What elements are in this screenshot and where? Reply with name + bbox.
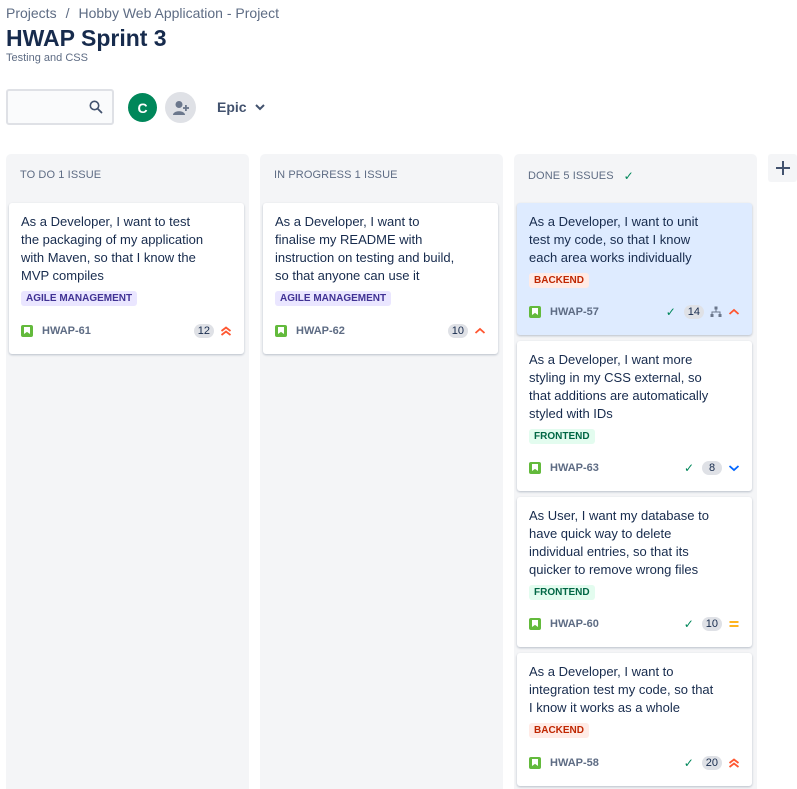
card-summary: As a Developer, I want to integration te… xyxy=(529,664,714,715)
epic-label: BACKEND xyxy=(529,723,589,738)
breadcrumb-separator: / xyxy=(65,5,70,21)
card-summary: As User, I want my database to have quic… xyxy=(529,508,709,577)
issue-card[interactable]: As a Developer, I want to integration te… xyxy=(517,653,752,786)
epic-label: BACKEND xyxy=(529,273,589,288)
story-icon xyxy=(21,325,33,337)
epic-filter-label: Epic xyxy=(217,99,247,115)
issue-key[interactable]: HWAP-57 xyxy=(550,306,599,318)
chevron-down-icon xyxy=(254,103,265,110)
issue-card[interactable]: As a Developer, I want more styling in m… xyxy=(517,341,752,491)
priority-high-icon xyxy=(728,308,740,315)
done-check-icon: ✓ xyxy=(683,756,694,770)
priority-highest-icon xyxy=(728,758,740,768)
column-header-label: DONE 5 ISSUES xyxy=(528,170,614,182)
done-check-icon: ✓ xyxy=(623,169,634,183)
search-icon xyxy=(89,100,103,114)
add-column-button[interactable] xyxy=(768,154,797,182)
column-header: DONE 5 ISSUES ✓ xyxy=(528,169,634,183)
column-header: TO DO 1 ISSUE xyxy=(20,169,101,181)
epic-filter-dropdown[interactable]: Epic xyxy=(217,99,265,115)
done-check-icon: ✓ xyxy=(683,461,694,475)
page-title: HWAP Sprint 3 xyxy=(6,25,167,51)
issue-card[interactable]: As User, I want my database to have quic… xyxy=(517,497,752,647)
story-points-badge: 10 xyxy=(701,617,722,631)
card-summary: As a Developer, I want to test the packa… xyxy=(21,214,204,283)
story-points-badge: 10 xyxy=(447,324,468,338)
add-people-button[interactable] xyxy=(165,92,196,123)
card-footer: HWAP-60 ✓ 10 xyxy=(529,616,740,632)
column-header-label: IN PROGRESS 1 ISSUE xyxy=(274,169,398,181)
search-input[interactable] xyxy=(6,89,114,125)
card-footer: HWAP-63 ✓ 8 xyxy=(529,460,740,476)
add-person-icon xyxy=(172,100,189,115)
sprint-goal: Testing and CSS xyxy=(6,52,88,64)
column-done: DONE 5 ISSUES ✓ As a Developer, I want t… xyxy=(514,154,757,789)
priority-low-icon xyxy=(728,465,740,472)
done-check-icon: ✓ xyxy=(665,305,676,319)
card-footer: HWAP-61 12 xyxy=(21,323,232,339)
priority-medium-icon xyxy=(729,621,739,627)
epic-label: FRONTEND xyxy=(529,429,595,444)
card-footer: HWAP-57 ✓ 14 xyxy=(529,304,740,320)
card-footer: HWAP-58 ✓ 20 xyxy=(529,755,740,771)
story-icon xyxy=(529,757,541,769)
column-header-label: TO DO 1 ISSUE xyxy=(20,169,102,181)
story-icon xyxy=(529,618,541,630)
priority-highest-icon xyxy=(220,326,232,336)
breadcrumb-projects-link[interactable]: Projects xyxy=(6,5,57,21)
column-header: IN PROGRESS 1 ISSUE xyxy=(274,169,398,181)
story-points-badge: 20 xyxy=(701,756,722,770)
card-summary: As a Developer, I want more styling in m… xyxy=(529,352,709,421)
breadcrumb: Projects / Hobby Web Application - Project xyxy=(6,5,279,21)
epic-label: FRONTEND xyxy=(529,585,595,600)
child-issues-icon xyxy=(710,306,722,317)
issue-card[interactable]: As a Developer, I want to finalise my RE… xyxy=(263,203,498,354)
epic-label: AGILE MANAGEMENT xyxy=(275,291,392,306)
issue-key[interactable]: HWAP-60 xyxy=(550,618,599,630)
avatar[interactable]: C xyxy=(128,93,157,122)
plus-icon xyxy=(775,161,790,175)
issue-card[interactable]: As a Developer, I want to test the packa… xyxy=(9,203,244,354)
column-in-progress: IN PROGRESS 1 ISSUE As a Developer, I wa… xyxy=(260,154,503,789)
story-points-badge: 8 xyxy=(702,461,722,475)
issue-key[interactable]: HWAP-63 xyxy=(550,462,599,474)
story-icon xyxy=(529,462,541,474)
story-points-badge: 12 xyxy=(193,324,214,338)
epic-label: AGILE MANAGEMENT xyxy=(21,291,138,306)
issue-key[interactable]: HWAP-61 xyxy=(42,325,91,337)
story-points-badge: 14 xyxy=(683,305,704,319)
issue-key[interactable]: HWAP-58 xyxy=(550,757,599,769)
issue-card[interactable]: As a Developer, I want to unit test my c… xyxy=(517,203,752,335)
priority-high-icon xyxy=(474,327,486,334)
issue-key[interactable]: HWAP-62 xyxy=(296,325,345,337)
done-check-icon: ✓ xyxy=(683,617,694,631)
card-summary: As a Developer, I want to unit test my c… xyxy=(529,214,699,265)
column-todo: TO DO 1 ISSUE As a Developer, I want to … xyxy=(6,154,249,789)
card-summary: As a Developer, I want to finalise my RE… xyxy=(275,214,455,283)
story-icon xyxy=(529,306,541,318)
breadcrumb-project-link[interactable]: Hobby Web Application - Project xyxy=(78,5,279,21)
story-icon xyxy=(275,325,287,337)
card-footer: HWAP-62 10 xyxy=(275,323,486,339)
